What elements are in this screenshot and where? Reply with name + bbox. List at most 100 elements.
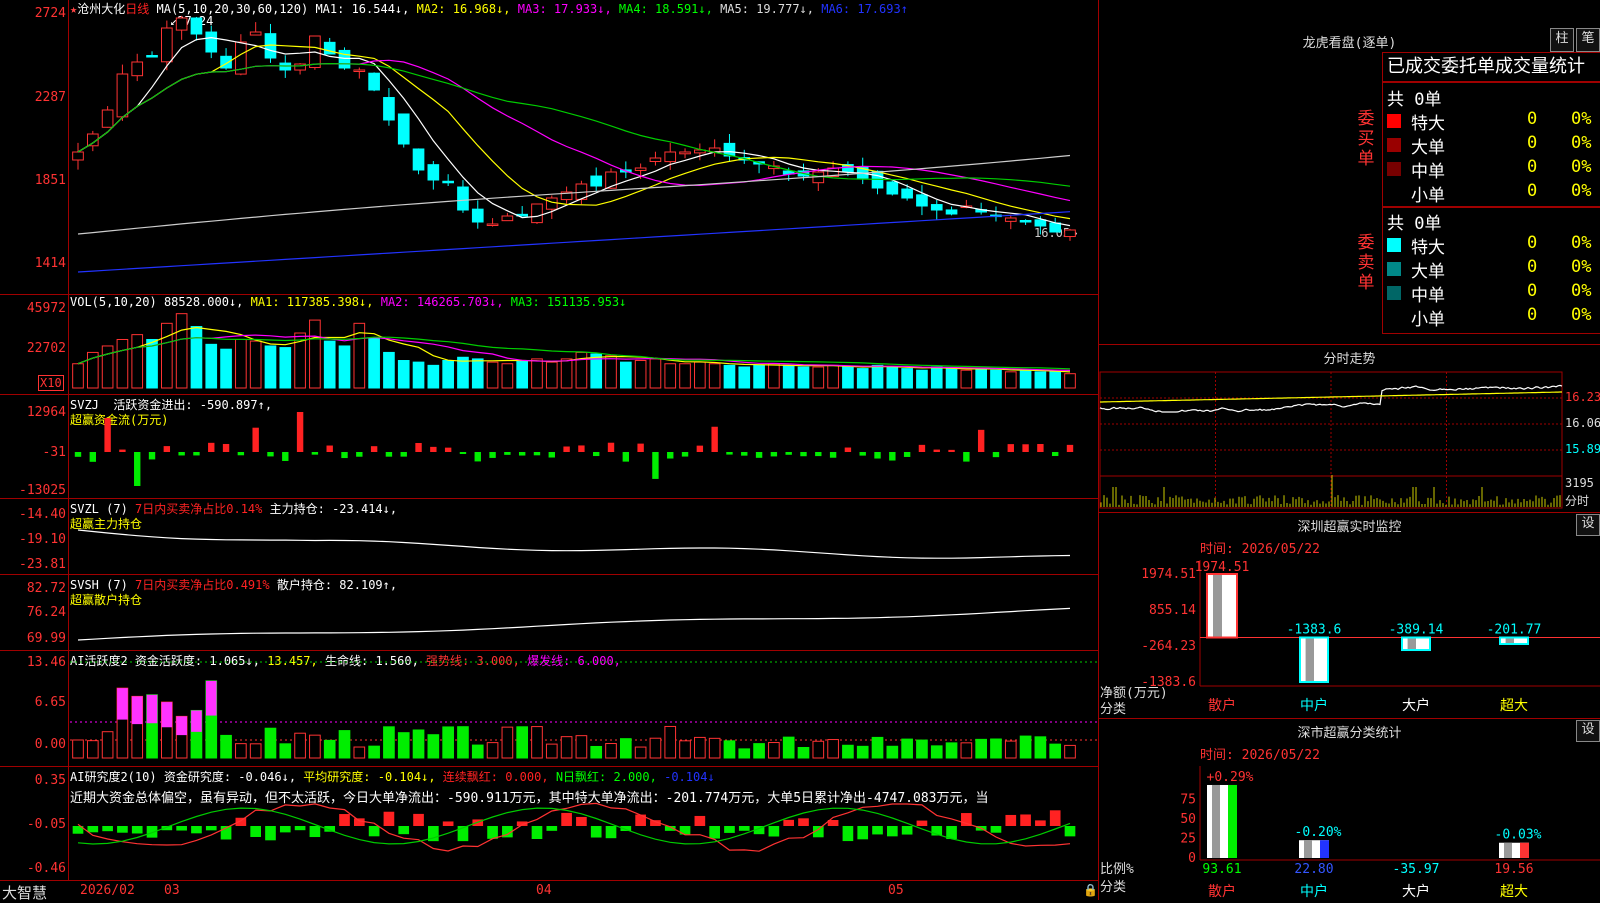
monitor-settings-button[interactable]: 设: [1576, 514, 1600, 536]
capital-flow-bar: [326, 445, 333, 452]
volume-bar: [827, 364, 839, 389]
volume-bar: [634, 360, 647, 389]
candle-body: [427, 164, 440, 181]
candle-body: [471, 208, 484, 223]
intraday-vol-tick: 3195: [1565, 476, 1594, 490]
order-swatch: [1387, 310, 1401, 324]
order-type: 特大: [1411, 238, 1445, 258]
activity-bar: [86, 740, 99, 759]
tick-mode-button[interactable]: 笔: [1576, 28, 1600, 52]
activity-burst-bar: [191, 710, 202, 732]
intraday-price-line: [1099, 384, 1563, 413]
volume-bar: [842, 366, 854, 389]
classify-category: 超大: [1500, 884, 1528, 900]
classify-settings-button[interactable]: 设: [1576, 720, 1600, 742]
candle-body: [886, 181, 899, 195]
capital-flow-bar: [815, 452, 822, 457]
activity-bar: [916, 739, 928, 759]
activity-bar: [901, 738, 913, 759]
order-type: 小单: [1411, 186, 1445, 206]
research-bar: [1035, 820, 1046, 826]
volume-bar: [738, 366, 751, 389]
order-row: 大单 0 0%: [1387, 133, 1597, 158]
monitor-bar-outline: [1401, 636, 1431, 652]
research-bar: [279, 826, 291, 833]
activity-bar: [220, 734, 232, 759]
capital-flow-bar: [400, 452, 407, 457]
order-swatch: [1387, 286, 1401, 300]
main-holding-line: [77, 529, 1071, 559]
capital-flow-bar: [903, 452, 911, 457]
order-type: 特大: [1411, 114, 1445, 134]
capital-flow-bar: [948, 449, 955, 452]
capital-flow-bar: [282, 452, 289, 461]
volume-bar: [975, 368, 987, 389]
volume-bar: [427, 364, 440, 389]
volume-bar: [723, 364, 736, 389]
activity-burst-bar: [131, 696, 143, 725]
activity-bar: [960, 742, 973, 759]
research-bar: [561, 812, 572, 826]
volume-bar: [679, 363, 691, 389]
dragon-header: 已成交委托单成交量统计: [1382, 52, 1600, 82]
volume-bar: [397, 360, 410, 389]
research-bar: [265, 826, 276, 841]
order-row: 小单 0 0%: [1387, 305, 1597, 330]
monitor-bar-fill: [1300, 637, 1328, 682]
monitor-bar-fill: [1500, 637, 1528, 644]
capital-flow-bar: [444, 447, 452, 452]
activity-bar: [545, 743, 558, 759]
classify-category: 中户: [1300, 883, 1328, 900]
activity-bar: [72, 739, 84, 759]
capital-flow-bar: [711, 426, 718, 452]
order-percent: 0%: [1571, 109, 1592, 129]
volume-bar: [205, 343, 218, 389]
activity-bar: [708, 737, 721, 759]
activity-bar: [397, 732, 410, 759]
activity-burst-bar: [161, 702, 173, 728]
volume-bar: [886, 366, 899, 389]
candle-body: [146, 55, 158, 58]
order-percent: 0%: [1571, 157, 1592, 177]
activity-bar: [856, 745, 869, 759]
monitor-bar-shade: [1213, 574, 1222, 638]
capital-flow-bar: [637, 443, 644, 452]
candle-body: [72, 151, 84, 161]
candle-body: [930, 204, 943, 211]
capital-flow-bar: [844, 447, 852, 452]
volume-bar: [486, 361, 499, 389]
order-type: 小单: [1411, 310, 1445, 330]
candle-body: [131, 61, 144, 77]
volume-bar: [338, 345, 351, 389]
activity-bar: [649, 737, 662, 759]
classify-bar-shade: [1304, 840, 1312, 858]
capital-flow-bar: [237, 452, 245, 456]
dragon-title: 龙虎看盘(逐单): [1302, 36, 1397, 51]
bar-mode-button[interactable]: 柱: [1550, 28, 1574, 52]
research-bar: [709, 826, 720, 839]
capital-flow-bar: [178, 452, 185, 456]
volume-bar: [190, 326, 203, 389]
monitor-ytick: 855.14: [1149, 603, 1196, 618]
order-type: 中单: [1411, 162, 1445, 182]
capital-flow-bar: [119, 449, 126, 452]
classify-bar-accent: [1228, 784, 1237, 858]
volume-bar: [1004, 371, 1017, 389]
buy-orders-table: 委买单共 0单 特大 0 0% 大单 0 0% 中单 0 0% 小单 0 0%: [1358, 82, 1600, 208]
candle-body: [457, 186, 469, 211]
monitor-ytick: -264.23: [1141, 639, 1196, 654]
activity-bar: [930, 745, 943, 759]
candle-body: [545, 197, 558, 210]
activity-bar: [486, 742, 499, 759]
monitor-bar-outline: [1499, 636, 1529, 645]
classify-ytick: 0: [1188, 851, 1196, 866]
capital-flow-bar: [356, 452, 363, 457]
classify-bar-fill: [1499, 842, 1529, 858]
capital-flow-bar: [1037, 444, 1044, 452]
activity-bar: [1064, 744, 1076, 759]
capital-flow-bar: [874, 452, 881, 459]
research-bar: [694, 815, 706, 826]
research-bar: [383, 811, 395, 826]
research-bar: [309, 826, 321, 838]
order-volume: 0: [1527, 257, 1538, 277]
